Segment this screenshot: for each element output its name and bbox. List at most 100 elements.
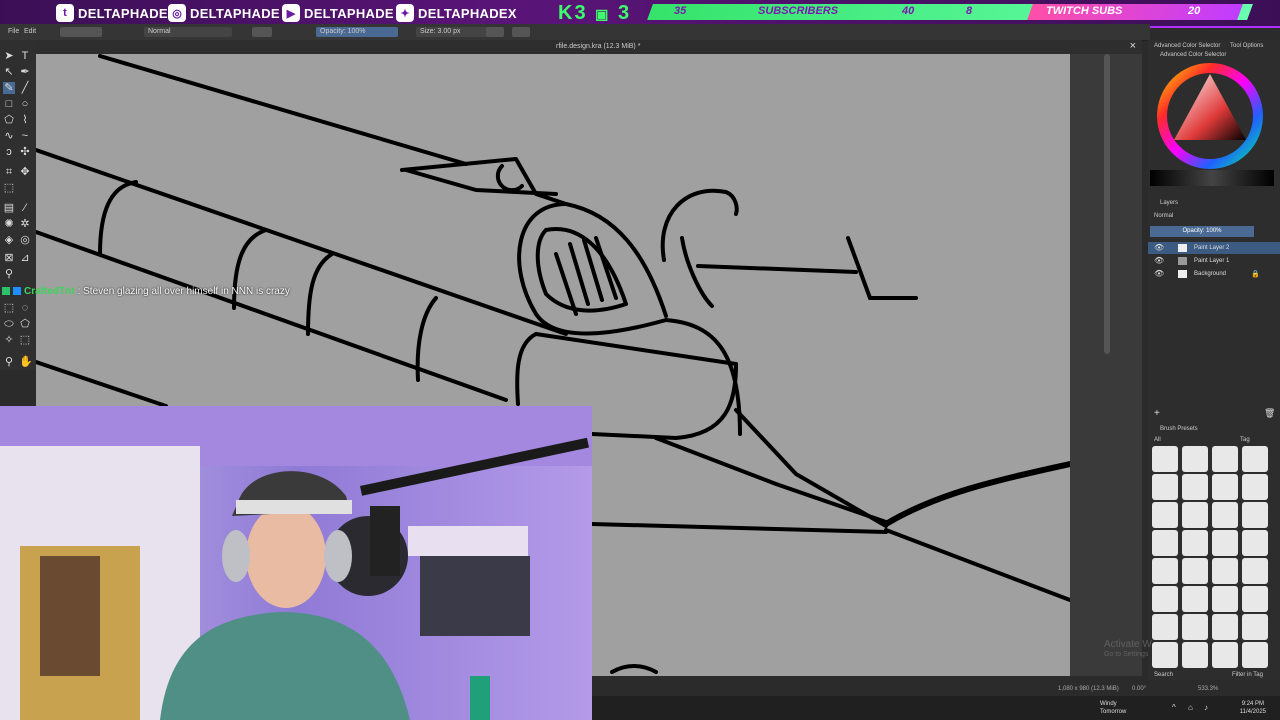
brush-filter-select[interactable]: All bbox=[1154, 437, 1161, 443]
brush-tag-select[interactable]: Tag bbox=[1240, 437, 1250, 443]
filter-in-tag-checkbox[interactable]: Filter in Tag bbox=[1232, 672, 1263, 678]
rect-select-icon[interactable]: ⬚ bbox=[3, 302, 15, 314]
layer-opacity-slider[interactable]: Opacity: 100% bbox=[1150, 226, 1254, 237]
bezier-tool-icon[interactable]: ∿ bbox=[3, 130, 15, 142]
calligraphy-icon[interactable]: ✒ bbox=[19, 66, 31, 78]
tool-options-tab[interactable]: Tool Options bbox=[1230, 43, 1263, 49]
polygon-select-icon[interactable]: ⬠ bbox=[19, 318, 31, 330]
dynamic-brush-icon[interactable]: ↄ bbox=[3, 146, 15, 158]
line-tool-icon[interactable]: ╱ bbox=[19, 82, 31, 94]
brush-preset-tile[interactable] bbox=[1152, 530, 1178, 556]
transform-tool-icon[interactable]: ⬚ bbox=[3, 182, 15, 194]
brush-preset-tile[interactable] bbox=[1242, 614, 1268, 640]
crop-tool-icon[interactable]: ⌗ bbox=[3, 166, 15, 178]
taskbar-clock[interactable]: 9:24 PM 11/4/2025 bbox=[1240, 700, 1266, 716]
brush-preset-tile[interactable] bbox=[1242, 474, 1268, 500]
brush-preset-tile[interactable] bbox=[1182, 530, 1208, 556]
menu-edit[interactable]: Edit bbox=[20, 27, 40, 37]
reference-tool-icon[interactable]: ⚲ bbox=[3, 268, 15, 280]
brush-preset-tile[interactable] bbox=[1242, 530, 1268, 556]
ellipse-select-icon[interactable]: ◌ bbox=[19, 302, 31, 314]
vertical-scrollbar[interactable] bbox=[1104, 54, 1110, 354]
brush-preset-tile[interactable] bbox=[1152, 558, 1178, 584]
brush-preset-tile[interactable] bbox=[1152, 446, 1178, 472]
brush-preset-tile[interactable] bbox=[1242, 446, 1268, 472]
similar-select-icon[interactable]: ⬚ bbox=[19, 334, 31, 346]
brush-preset-tile[interactable] bbox=[1212, 446, 1238, 472]
measure-tool-icon[interactable]: ⊿ bbox=[19, 252, 31, 264]
rectangle-tool-icon[interactable]: □ bbox=[3, 98, 15, 110]
tray-chevron-icon[interactable]: ^ bbox=[1172, 703, 1176, 712]
brush-preset-tile[interactable] bbox=[1152, 642, 1178, 668]
brush-preset-tile[interactable] bbox=[1212, 558, 1238, 584]
multibrush-icon[interactable]: ✣ bbox=[19, 146, 31, 158]
color-picker-icon[interactable]: ⁄ bbox=[19, 202, 31, 214]
smart-patch-icon[interactable]: ✺ bbox=[3, 218, 15, 230]
polyline-tool-icon[interactable]: ⌇ bbox=[19, 114, 31, 126]
freehand-path-icon[interactable]: ~ bbox=[19, 130, 31, 142]
ellipse-tool-icon[interactable]: ○ bbox=[19, 98, 31, 110]
brush-preset-tile[interactable] bbox=[1212, 642, 1238, 668]
brush-preset-tile[interactable] bbox=[1182, 474, 1208, 500]
text-tool-icon[interactable]: T bbox=[19, 50, 31, 62]
opacity-slider[interactable]: Opacity: 100% bbox=[316, 27, 398, 37]
network-icon[interactable]: ⌂ bbox=[1188, 703, 1193, 712]
document-title[interactable]: rfile.design.kra (12.3 MiB) * bbox=[556, 43, 640, 50]
layer-row[interactable]: 👁 Background 🔒 bbox=[1148, 268, 1280, 280]
zoom-tool-icon[interactable]: ⚲ bbox=[3, 356, 15, 368]
layer-row[interactable]: 👁 Paint Layer 1 bbox=[1148, 255, 1280, 267]
freehand-select-icon[interactable]: ⬭ bbox=[3, 318, 15, 330]
brush-preset-tile[interactable] bbox=[1152, 502, 1178, 528]
brush-preset-tile[interactable] bbox=[1212, 502, 1238, 528]
volume-icon[interactable]: ♪ bbox=[1204, 703, 1208, 712]
new-document-icon[interactable] bbox=[60, 27, 82, 37]
brush-preset-tile[interactable] bbox=[1152, 586, 1178, 612]
brush-preset-tile[interactable] bbox=[1212, 530, 1238, 556]
brush-preset-tile[interactable] bbox=[1242, 502, 1268, 528]
mirror-horizontal-icon[interactable] bbox=[486, 27, 504, 37]
eraser-mode-icon[interactable] bbox=[252, 27, 272, 37]
enclose-fill-icon[interactable]: ◎ bbox=[19, 234, 31, 246]
brush-preset-tile[interactable] bbox=[1182, 642, 1208, 668]
assistant-tool-icon[interactable]: ⊠ bbox=[3, 252, 15, 264]
pan-tool-icon[interactable]: ✋ bbox=[19, 356, 33, 368]
blend-mode-select[interactable]: Normal bbox=[144, 27, 232, 37]
polygon-tool-icon[interactable]: ⬠ bbox=[3, 114, 15, 126]
brush-preset-tile[interactable] bbox=[1182, 558, 1208, 584]
brush-preset-tile[interactable] bbox=[1182, 446, 1208, 472]
add-layer-icon[interactable]: + bbox=[1154, 408, 1160, 419]
mirror-vertical-icon[interactable] bbox=[512, 27, 530, 37]
color-selector-tab[interactable]: Advanced Color Selector bbox=[1154, 43, 1220, 49]
edit-shapes-icon[interactable]: ↖ bbox=[3, 66, 15, 78]
status-zoom[interactable]: 533.3% bbox=[1198, 686, 1218, 692]
gradient-tool-icon[interactable]: ▤ bbox=[3, 202, 15, 214]
visibility-eye-icon[interactable]: 👁 bbox=[1154, 269, 1164, 278]
move-tool-icon[interactable]: ✥ bbox=[19, 166, 31, 178]
visibility-eye-icon[interactable]: 👁 bbox=[1154, 256, 1164, 265]
lock-icon[interactable]: 🔒 bbox=[1251, 270, 1260, 278]
layers-blend-mode[interactable]: Normal bbox=[1154, 213, 1173, 219]
weather-widget[interactable]: Windy Tomorrow bbox=[1100, 700, 1126, 716]
brush-preset-tile[interactable] bbox=[1242, 642, 1268, 668]
color-wheel[interactable] bbox=[1156, 62, 1264, 170]
color-history-strip[interactable] bbox=[1150, 170, 1274, 186]
brush-preset-tile[interactable] bbox=[1152, 474, 1178, 500]
brush-search-input[interactable]: Search bbox=[1154, 672, 1173, 678]
close-document-icon[interactable]: × bbox=[1130, 40, 1136, 52]
open-document-icon[interactable] bbox=[80, 27, 102, 37]
layer-row[interactable]: 👁 Paint Layer 2 bbox=[1148, 242, 1280, 254]
brush-preset-tile[interactable] bbox=[1212, 614, 1238, 640]
brush-preset-tile[interactable] bbox=[1212, 586, 1238, 612]
bucket-fill-icon[interactable]: ◈ bbox=[3, 234, 15, 246]
brush-preset-tile[interactable] bbox=[1182, 586, 1208, 612]
delete-layer-icon[interactable]: 🗑 bbox=[1264, 408, 1275, 419]
brush-preset-tile[interactable] bbox=[1182, 614, 1208, 640]
brush-preset-tile[interactable] bbox=[1242, 586, 1268, 612]
brush-preset-tile[interactable] bbox=[1182, 502, 1208, 528]
brush-size-slider[interactable]: Size: 3.00 px bbox=[416, 27, 490, 37]
select-shapes-icon[interactable]: ➤ bbox=[3, 50, 15, 62]
brush-tool-icon[interactable]: ✎ bbox=[3, 82, 15, 94]
brush-preset-tile[interactable] bbox=[1152, 614, 1178, 640]
fill-tool-icon[interactable]: ✲ bbox=[19, 218, 31, 230]
contiguous-select-icon[interactable]: ✧ bbox=[3, 334, 15, 346]
